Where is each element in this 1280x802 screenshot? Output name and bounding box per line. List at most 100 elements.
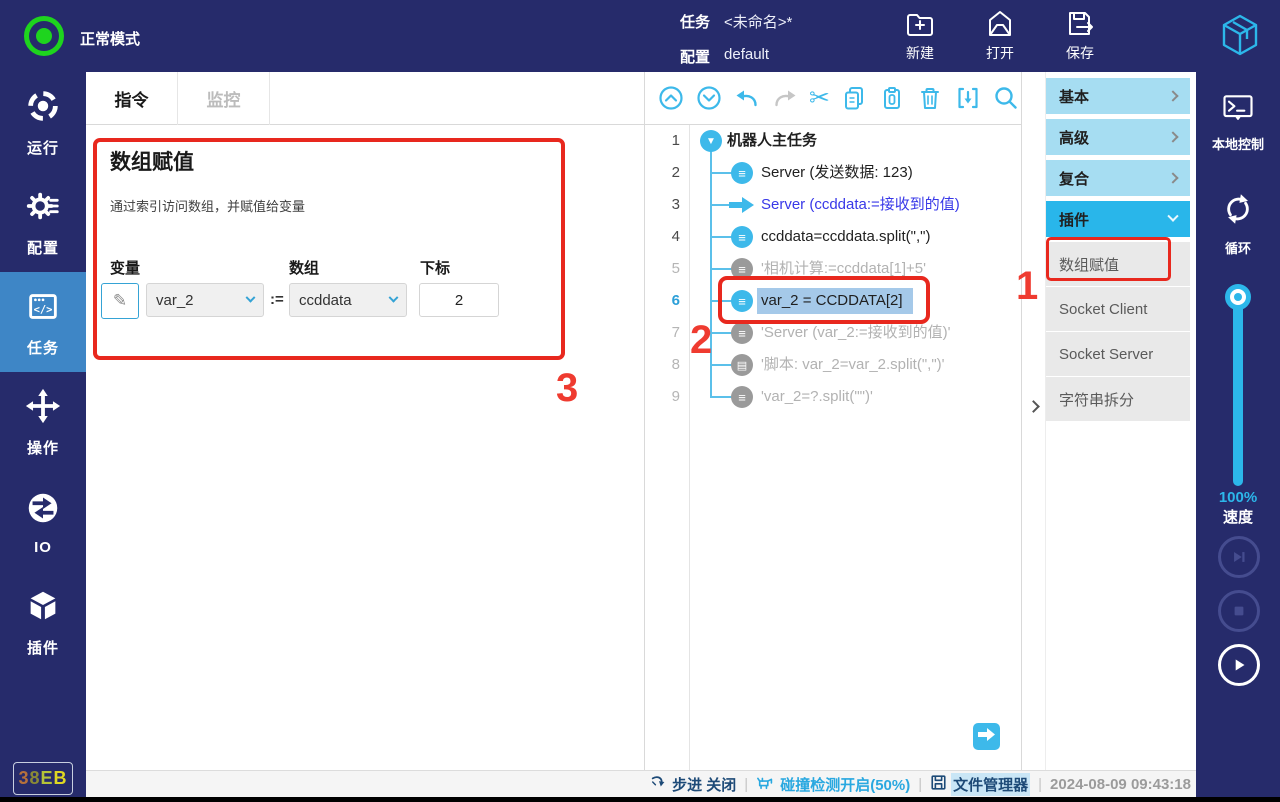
file-manager-button[interactable]: 文件管理器 bbox=[930, 773, 1030, 796]
undo-icon[interactable] bbox=[733, 85, 760, 112]
delete-icon[interactable] bbox=[917, 85, 944, 112]
nav-item-task[interactable]: </> 任务 bbox=[0, 272, 86, 372]
step-mode-status[interactable]: 步进 关闭 bbox=[650, 773, 736, 795]
separator: | bbox=[744, 776, 748, 793]
command-icon-disabled: ≡ bbox=[731, 386, 753, 408]
line-number: 3 bbox=[650, 189, 680, 221]
arrow-right-icon bbox=[729, 197, 754, 218]
paste-icon[interactable] bbox=[879, 85, 906, 112]
nav-label-io: IO bbox=[34, 539, 52, 556]
chevron-down-icon bbox=[246, 292, 256, 302]
chevron-down-icon bbox=[1167, 211, 1178, 222]
tree-row[interactable]: ≡ '相机计算:=ccddata[1]+5' bbox=[690, 253, 1021, 285]
panel-title: 数组赋值 bbox=[110, 146, 194, 176]
category-composite[interactable]: 复合 bbox=[1046, 160, 1190, 196]
arrow-right-icon bbox=[978, 728, 995, 746]
panel-description: 通过索引访问数组，并赋值给变量 bbox=[110, 196, 305, 215]
separator: | bbox=[918, 776, 922, 793]
tree-row[interactable]: ≡ 'Server (var_2:=接收到的值)' bbox=[690, 317, 1021, 349]
expand-all-icon[interactable] bbox=[695, 85, 722, 112]
local-control-button[interactable]: 本地控制 bbox=[1196, 92, 1280, 153]
tree-row[interactable]: ▤ '脚本: var_2=var_2.split(",")' bbox=[690, 349, 1021, 381]
copy-icon[interactable] bbox=[841, 85, 868, 112]
nav-item-io[interactable]: IO bbox=[0, 472, 86, 572]
category-plugin[interactable]: 插件 bbox=[1046, 201, 1190, 237]
search-icon[interactable] bbox=[993, 85, 1020, 112]
tab-instruction[interactable]: 指令 bbox=[86, 72, 178, 125]
mode-label: 正常模式 bbox=[80, 28, 140, 49]
speed-slider-track[interactable] bbox=[1233, 294, 1243, 486]
command-icon: ≡ bbox=[731, 162, 753, 184]
config-info-row: 配置 default bbox=[680, 46, 769, 67]
library-item-socket-client[interactable]: Socket Client bbox=[1046, 287, 1190, 332]
tree-row-text: '相机计算:=ccddata[1]+5' bbox=[761, 253, 926, 285]
script-icon-disabled: ▤ bbox=[731, 354, 753, 376]
nav-label-task: 任务 bbox=[27, 337, 59, 358]
edit-variable-button[interactable]: ✎ bbox=[101, 283, 139, 319]
brand-logo-icon bbox=[1216, 11, 1264, 64]
tree-row[interactable]: ▼ 机器人主任务 bbox=[690, 125, 1021, 157]
run-icon bbox=[24, 87, 62, 130]
save-task-button[interactable]: 保存 bbox=[1048, 8, 1112, 63]
library-item-array-assign[interactable]: 数组赋值 bbox=[1046, 242, 1190, 287]
open-task-button[interactable]: 打开 bbox=[968, 8, 1032, 63]
insert-icon[interactable] bbox=[955, 85, 982, 112]
bottom-strip bbox=[0, 797, 1280, 802]
tree-toolbar: ✂ bbox=[645, 72, 1021, 125]
variable-select[interactable]: var_2 bbox=[146, 283, 264, 317]
line-number-gutter: 1 2 3 4 5 6 7 8 9 bbox=[645, 125, 690, 770]
array-select[interactable]: ccddata bbox=[289, 283, 407, 317]
collision-status[interactable]: 碰撞检测开启(50%) bbox=[756, 773, 910, 795]
cut-icon[interactable]: ✂ bbox=[809, 86, 830, 111]
status-led-icon bbox=[24, 16, 64, 56]
category-basic[interactable]: 基本 bbox=[1046, 78, 1190, 114]
annotation-number-1: 1 bbox=[1016, 266, 1038, 306]
tree-row[interactable]: ≡ ccddata=ccddata.split(",") bbox=[690, 221, 1021, 253]
step-arrow-icon bbox=[650, 773, 668, 795]
new-task-button[interactable]: 新建 bbox=[888, 8, 952, 63]
annotation-number-2: 2 bbox=[690, 320, 712, 360]
line-number: 2 bbox=[650, 157, 680, 189]
panel-collapse-handle[interactable] bbox=[1022, 72, 1046, 770]
instruction-library: 基本 高级 复合 插件 数组赋值 Socket Client Socket Se… bbox=[1046, 72, 1196, 770]
tree-row[interactable]: ≡ 'var_2=?.split("")' bbox=[690, 381, 1021, 413]
nav-label-run: 运行 bbox=[27, 137, 59, 158]
config-icon bbox=[24, 187, 62, 230]
line-number: 6 bbox=[650, 285, 680, 317]
tree-row-text: 'Server (var_2:=接收到的值)' bbox=[761, 317, 951, 349]
nav-item-config[interactable]: 配置 bbox=[0, 172, 86, 272]
array-label: 数组 bbox=[289, 257, 319, 278]
config-value: default bbox=[724, 46, 769, 67]
tree-row[interactable]: Server (ccddata:=接收到的值) bbox=[690, 189, 1021, 221]
robot-teach-pendant-app: 正常模式 任务 <未命名>* 配置 default 新建 bbox=[0, 0, 1280, 802]
category-advanced[interactable]: 高级 bbox=[1046, 119, 1190, 155]
speed-slider-knob[interactable] bbox=[1225, 284, 1251, 310]
nav-item-plugin[interactable]: 插件 bbox=[0, 572, 86, 672]
task-label: 任务 bbox=[680, 11, 710, 32]
play-button[interactable] bbox=[1218, 644, 1260, 686]
stop-button[interactable] bbox=[1218, 590, 1260, 632]
library-item-string-split[interactable]: 字符串拆分 bbox=[1046, 377, 1190, 422]
task-icon: </> bbox=[24, 287, 62, 330]
tree-row-text: ccddata=ccddata.split(",") bbox=[761, 221, 930, 253]
chevron-right-icon[interactable] bbox=[1027, 400, 1040, 413]
collapse-all-icon[interactable] bbox=[657, 85, 684, 112]
tab-monitor[interactable]: 监控 bbox=[178, 72, 270, 125]
tree-row-selected[interactable]: ≡ var_2 = CCDDATA[2] bbox=[690, 285, 1021, 317]
task-value: <未命名>* bbox=[724, 11, 792, 32]
collapse-node-icon[interactable]: ▼ bbox=[700, 130, 722, 152]
tree-row[interactable]: ≡ Server (发送数据: 123) bbox=[690, 157, 1021, 189]
new-task-icon bbox=[904, 8, 936, 40]
nav-label-config: 配置 bbox=[27, 237, 59, 258]
loop-button[interactable]: 循环 bbox=[1196, 190, 1280, 257]
nav-item-jog[interactable]: 操作 bbox=[0, 372, 86, 472]
step-into-button[interactable] bbox=[973, 723, 1000, 750]
nav-item-run[interactable]: 运行 bbox=[0, 72, 86, 172]
nav-label-jog: 操作 bbox=[27, 437, 59, 458]
redo-icon[interactable] bbox=[771, 85, 798, 112]
index-input[interactable] bbox=[419, 283, 499, 317]
tree-row-text: 'var_2=?.split("")' bbox=[761, 381, 873, 413]
step-button[interactable] bbox=[1218, 536, 1260, 578]
speed-label: 速度 bbox=[1196, 506, 1280, 527]
library-item-socket-server[interactable]: Socket Server bbox=[1046, 332, 1190, 377]
